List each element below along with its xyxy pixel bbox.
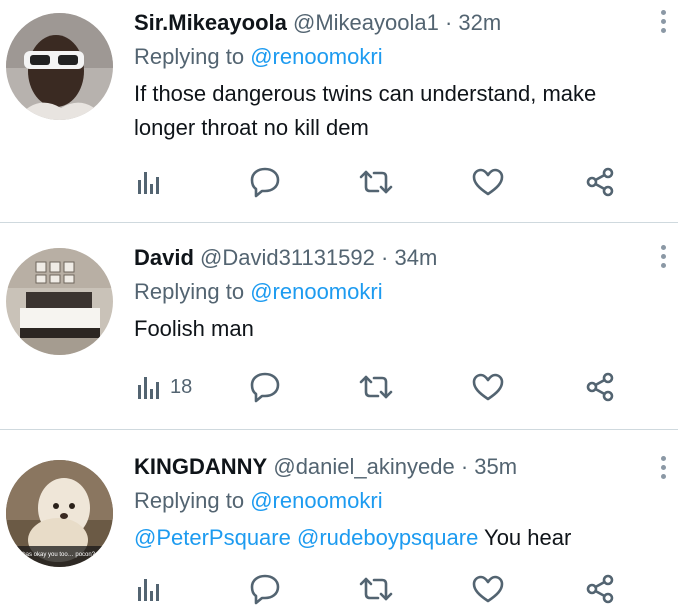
separator: · bbox=[444, 10, 453, 35]
more-icon[interactable] bbox=[660, 456, 666, 479]
tweet-actions: 18 bbox=[134, 367, 634, 407]
tweet-header: KINGDANNY @daniel_akinyede · 35m bbox=[134, 452, 648, 482]
tweet[interactable]: Sir.Mikeayoola @Mikeayoola1 · 32m Replyi… bbox=[0, 0, 678, 222]
replying-label: Replying to bbox=[134, 44, 245, 69]
mention-link[interactable]: @rudeboypsquare bbox=[297, 525, 478, 550]
more-icon[interactable] bbox=[660, 245, 666, 268]
retweet-button[interactable] bbox=[358, 367, 394, 407]
username[interactable]: @David31131592 bbox=[200, 245, 375, 270]
tweet-text: @PeterPsquare @rudeboypsquare You hear bbox=[134, 521, 648, 555]
retweet-button[interactable] bbox=[358, 162, 394, 202]
replying-label: Replying to bbox=[134, 488, 245, 513]
tweet-actions bbox=[134, 162, 634, 202]
separator: · bbox=[381, 245, 389, 270]
like-icon bbox=[472, 373, 504, 401]
username[interactable]: @daniel_akinyede bbox=[273, 454, 454, 479]
views-button[interactable] bbox=[134, 162, 164, 202]
mention-link[interactable]: @PeterPsquare bbox=[134, 525, 291, 550]
avatar[interactable] bbox=[6, 248, 113, 355]
display-name[interactable]: KINGDANNY bbox=[134, 454, 267, 479]
tweet-text-line: If those dangerous twins can understand,… bbox=[134, 81, 597, 106]
like-icon bbox=[472, 575, 504, 603]
retweet-icon bbox=[359, 170, 393, 194]
tweet-text-body: You hear bbox=[484, 525, 572, 550]
separator: · bbox=[460, 454, 469, 479]
views-button[interactable]: 18 bbox=[134, 367, 192, 407]
tweet[interactable]: rty has okay you too… pocon? 8 KINGDANNY… bbox=[0, 430, 678, 615]
timestamp[interactable]: 34m bbox=[394, 245, 437, 270]
avatar[interactable]: rty has okay you too… pocon? 8 bbox=[6, 460, 113, 567]
reply-icon bbox=[250, 574, 280, 605]
retweet-button[interactable] bbox=[358, 569, 394, 609]
timestamp[interactable]: 32m bbox=[458, 10, 501, 35]
replying-to: Replying to @renoomokri bbox=[134, 42, 648, 72]
display-name[interactable]: David bbox=[134, 245, 194, 270]
share-button[interactable] bbox=[584, 162, 616, 202]
reply-icon bbox=[250, 167, 280, 198]
display-name[interactable]: Sir.Mikeayoola bbox=[134, 10, 287, 35]
tweet-text: Foolish man bbox=[134, 316, 254, 341]
avatar-caption: rty has okay you too… pocon? 8 bbox=[14, 552, 101, 558]
tweet-text-line: longer throat no kill dem bbox=[134, 115, 369, 140]
tweet-header: Sir.Mikeayoola @Mikeayoola1 · 32m bbox=[134, 8, 648, 38]
views-button[interactable] bbox=[134, 569, 164, 609]
views-count: 18 bbox=[170, 375, 193, 398]
tweet[interactable]: David @David31131592 · 34m Replying to @… bbox=[0, 223, 678, 429]
reply-button[interactable] bbox=[248, 367, 282, 407]
views-icon bbox=[138, 377, 159, 399]
views-icon bbox=[138, 579, 159, 601]
like-button[interactable] bbox=[471, 162, 505, 202]
share-icon bbox=[586, 372, 614, 402]
tweet-content: David @David31131592 · 34m Replying to @… bbox=[134, 243, 648, 346]
share-icon bbox=[586, 574, 614, 604]
replying-to: Replying to @renoomokri bbox=[134, 486, 648, 516]
tweet-content: KINGDANNY @daniel_akinyede · 35m Replyin… bbox=[134, 452, 648, 555]
replying-mention[interactable]: @renoomokri bbox=[250, 279, 382, 304]
replying-mention[interactable]: @renoomokri bbox=[250, 488, 382, 513]
reply-button[interactable] bbox=[248, 162, 282, 202]
tweet-actions bbox=[134, 569, 634, 609]
share-button[interactable] bbox=[584, 367, 616, 407]
like-icon bbox=[472, 168, 504, 196]
replying-mention[interactable]: @renoomokri bbox=[250, 44, 382, 69]
more-icon[interactable] bbox=[660, 10, 666, 33]
share-icon bbox=[586, 167, 614, 197]
avatar[interactable] bbox=[6, 13, 113, 120]
reply-button[interactable] bbox=[248, 569, 282, 609]
timestamp[interactable]: 35m bbox=[474, 454, 517, 479]
tweet-text: If those dangerous twins can understand,… bbox=[134, 77, 648, 145]
replying-to: Replying to @renoomokri bbox=[134, 277, 648, 307]
replying-label: Replying to bbox=[134, 279, 245, 304]
tweet-content: Sir.Mikeayoola @Mikeayoola1 · 32m Replyi… bbox=[134, 8, 648, 145]
views-icon bbox=[138, 172, 159, 194]
like-button[interactable] bbox=[471, 569, 505, 609]
share-button[interactable] bbox=[584, 569, 616, 609]
retweet-icon bbox=[359, 375, 393, 399]
like-button[interactable] bbox=[471, 367, 505, 407]
retweet-icon bbox=[359, 577, 393, 601]
reply-icon bbox=[250, 372, 280, 403]
tweet-header: David @David31131592 · 34m bbox=[134, 243, 648, 273]
username[interactable]: @Mikeayoola1 bbox=[293, 10, 439, 35]
